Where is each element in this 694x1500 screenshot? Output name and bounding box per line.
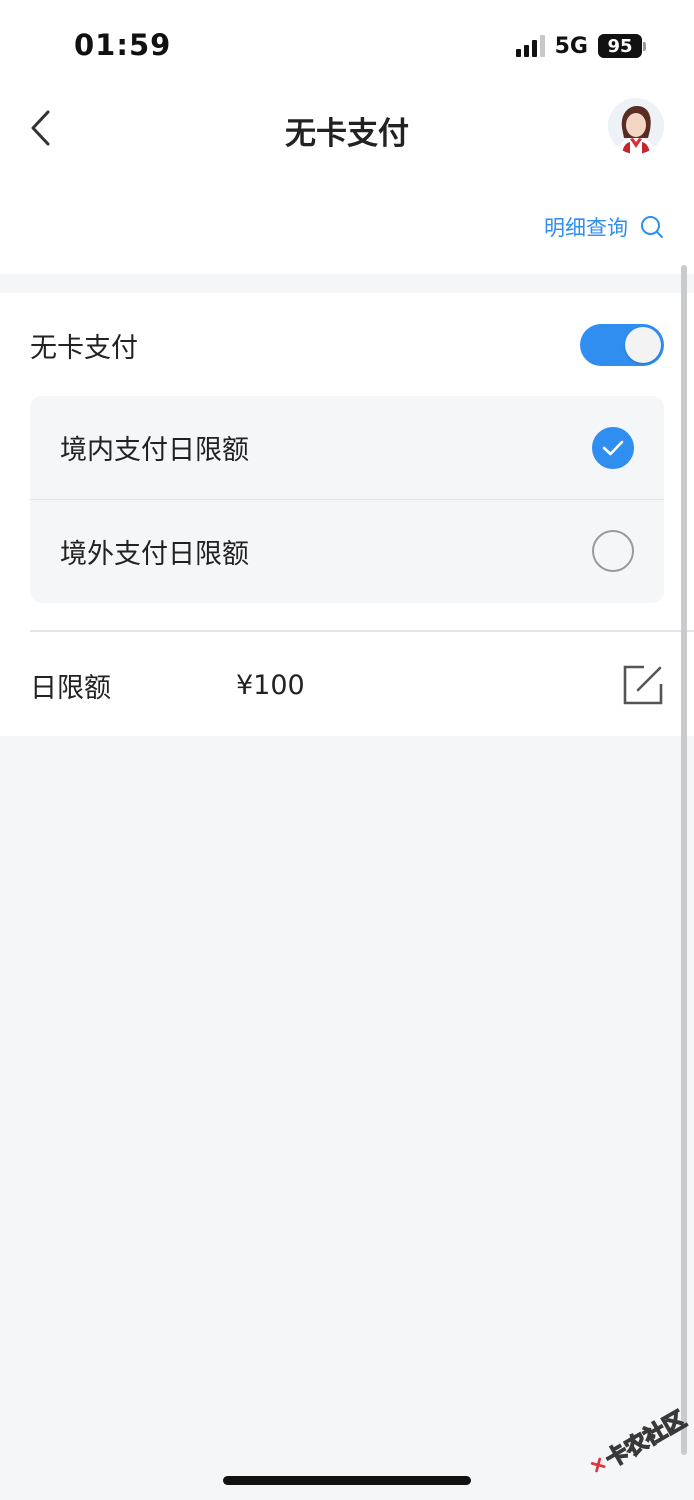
service-agent-avatar-icon [608,98,664,154]
option-label: 境外支付日限额 [60,538,249,570]
battery-level: 95 [598,34,642,58]
divider [30,630,694,632]
radio-checked[interactable] [592,426,634,469]
status-time: 01:59 [74,28,172,62]
cardless-pay-row: 无卡支付 [30,315,664,375]
settings-card: 无卡支付 境内支付日限额 境外支付日限额 日限额 ¥100 [0,293,694,736]
radio-unchecked[interactable] [592,530,634,572]
detail-query-row: 明细查询 [0,170,694,274]
toggle-knob [625,327,661,363]
edit-icon [623,665,663,705]
daily-limit-row: 日限额 ¥100 [30,655,664,715]
page-title: 无卡支付 [285,116,409,152]
signal-icon [515,35,545,57]
daily-limit-label: 日限额 [30,672,111,704]
option-domestic-limit[interactable]: 境内支付日限额 [30,396,664,499]
option-label: 境内支付日限额 [60,435,249,466]
option-overseas-limit[interactable]: 境外支付日限额 [30,499,664,602]
search-icon [641,216,663,238]
avatar[interactable] [608,98,664,154]
status-bar: 01:59 5G 95 [0,0,694,90]
home-indicator[interactable] [223,1476,471,1485]
cardless-pay-toggle[interactable] [580,324,664,366]
network-type: 5G [554,33,588,59]
daily-limit-value: ¥100 [236,669,305,701]
nav-bar: 无卡支付 [0,90,694,170]
edit-limit-button[interactable] [622,664,664,706]
watermark: 卡农社区 [573,1381,694,1500]
detail-query-link[interactable]: 明细查询 [544,212,664,242]
cardless-pay-label: 无卡支付 [30,332,138,364]
status-indicators: 5G 95 [515,32,646,60]
battery-icon: 95 [598,34,646,58]
limit-type-options: 境内支付日限额 境外支付日限额 [30,396,664,603]
check-icon [602,440,624,455]
watermark-text: 卡农社区 [601,1407,691,1474]
detail-query-label: 明细查询 [544,216,628,240]
scrollbar[interactable] [681,265,687,1455]
